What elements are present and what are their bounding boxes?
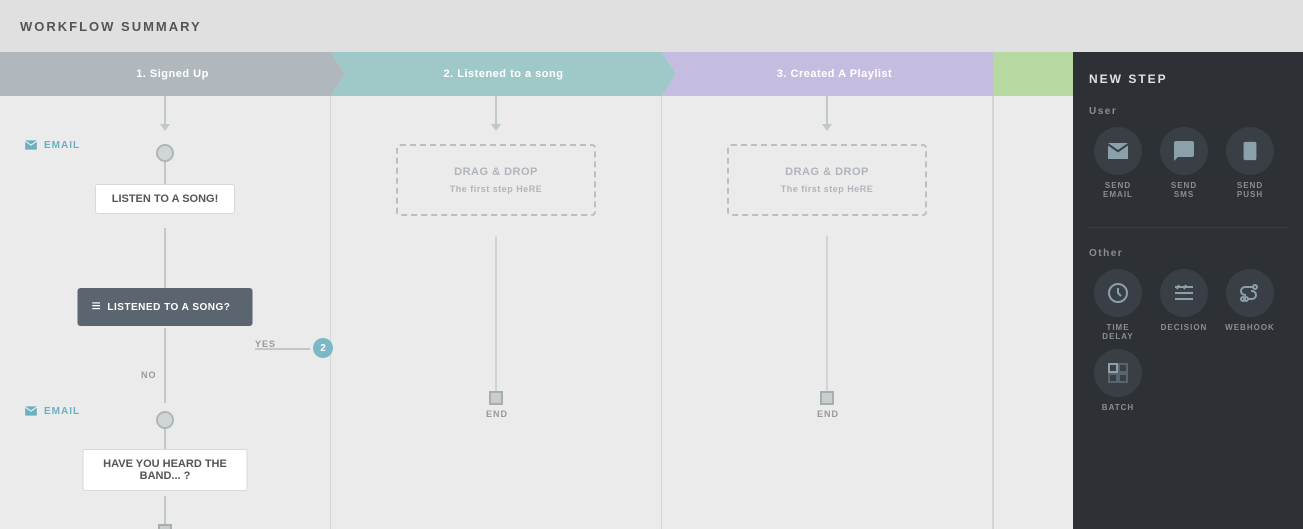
send-sms-icon-wrap	[1160, 127, 1208, 175]
email-label-1: EMAIL	[24, 138, 80, 152]
tool-webhook[interactable]: WEBHOOK	[1221, 269, 1279, 341]
batch-label: BATCH	[1102, 403, 1134, 412]
other-tools-grid: TIMEDELAY DECISION	[1089, 269, 1287, 341]
tool-time-delay[interactable]: TIMEDELAY	[1089, 269, 1147, 341]
end-label-2: END	[486, 409, 508, 419]
time-delay-icon	[1106, 281, 1130, 305]
canvas-col-4	[993, 96, 1073, 529]
stages-header: 1. Signed Up 2. Listened to a song 3. Cr…	[0, 52, 1073, 96]
canvas-col-3: DRAG & DROP The first step HeRE END	[662, 96, 993, 529]
end-node-2	[489, 391, 503, 405]
end-node-1	[158, 524, 172, 529]
tool-batch[interactable]: BATCH	[1089, 349, 1147, 412]
tool-send-email[interactable]: SENDEMAIL	[1089, 127, 1147, 199]
panel-title: NEW STEP	[1089, 72, 1287, 86]
tool-send-push[interactable]: SENDPUSH	[1221, 127, 1279, 199]
right-panel: NEW STEP User SENDEMAIL SENDSMS	[1073, 52, 1303, 529]
canvas-columns: EMAIL LISTEN TO A SONG! ≡ LISTENED TO A …	[0, 96, 1073, 529]
email-label-2: EMAIL	[24, 404, 80, 418]
circle-node-2	[156, 411, 174, 429]
workflow-canvas: 1. Signed Up 2. Listened to a song 3. Cr…	[0, 52, 1073, 529]
batch-icon-wrap	[1094, 349, 1142, 397]
decision-icon	[1172, 281, 1196, 305]
other-section-label: Other	[1089, 248, 1287, 259]
webhook-label: WEBHOOK	[1225, 323, 1275, 332]
batch-tools-grid: BATCH	[1089, 349, 1287, 412]
user-section-label: User	[1089, 106, 1287, 117]
batch-icon	[1106, 361, 1130, 385]
yes-line	[255, 348, 310, 350]
drop-zone-2[interactable]: DRAG & DROP The first step HeRE	[727, 144, 927, 216]
stage-badge: 2	[313, 338, 333, 358]
stage-header-2: 2. Listened to a song	[331, 52, 676, 96]
decision-icon-wrap	[1160, 269, 1208, 317]
webhook-icon-wrap	[1226, 269, 1274, 317]
send-email-icon	[1106, 139, 1130, 163]
send-email-icon-wrap	[1094, 127, 1142, 175]
page-title: WORKFLOW SUMMARY	[20, 19, 202, 34]
user-tools-grid: SENDEMAIL SENDSMS SENDPUSH	[1089, 127, 1287, 199]
stage-header-1: 1. Signed Up	[0, 52, 345, 96]
drop-zone-1[interactable]: DRAG & DROP The first step HeRE	[396, 144, 596, 216]
canvas-col-2: DRAG & DROP The first step HeRE END	[331, 96, 662, 529]
canvas-col-1: EMAIL LISTEN TO A SONG! ≡ LISTENED TO A …	[0, 96, 331, 529]
panel-divider	[1089, 227, 1287, 228]
send-push-icon	[1239, 140, 1261, 162]
send-sms-label: SENDSMS	[1171, 181, 1197, 199]
end-node-3	[820, 391, 834, 405]
send-email-label: SENDEMAIL	[1103, 181, 1133, 199]
action-node-2[interactable]: HAVE YOU HEARD THE BAND... ?	[83, 449, 248, 491]
email-icon-1	[24, 138, 38, 152]
end-label-3: END	[817, 409, 839, 419]
action-node-1[interactable]: LISTEN TO A SONG!	[95, 184, 235, 214]
send-push-label: SENDPUSH	[1237, 181, 1263, 199]
decision-label: DECISION	[1161, 323, 1208, 332]
time-delay-label: TIMEDELAY	[1102, 323, 1133, 341]
webhook-icon	[1238, 281, 1262, 305]
decision-node[interactable]: ≡ LISTENED TO A SONG?	[78, 288, 253, 326]
send-push-icon-wrap	[1226, 127, 1274, 175]
stage-header-4	[993, 52, 1073, 96]
circle-node-1	[156, 144, 174, 162]
stage-header-3: 3. Created A Playlist	[662, 52, 1007, 96]
no-label: NO	[141, 370, 157, 380]
tool-decision[interactable]: DECISION	[1155, 269, 1213, 341]
time-delay-icon-wrap	[1094, 269, 1142, 317]
email-icon-2	[24, 404, 38, 418]
send-sms-icon	[1172, 139, 1196, 163]
tool-send-sms[interactable]: SENDSMS	[1155, 127, 1213, 199]
